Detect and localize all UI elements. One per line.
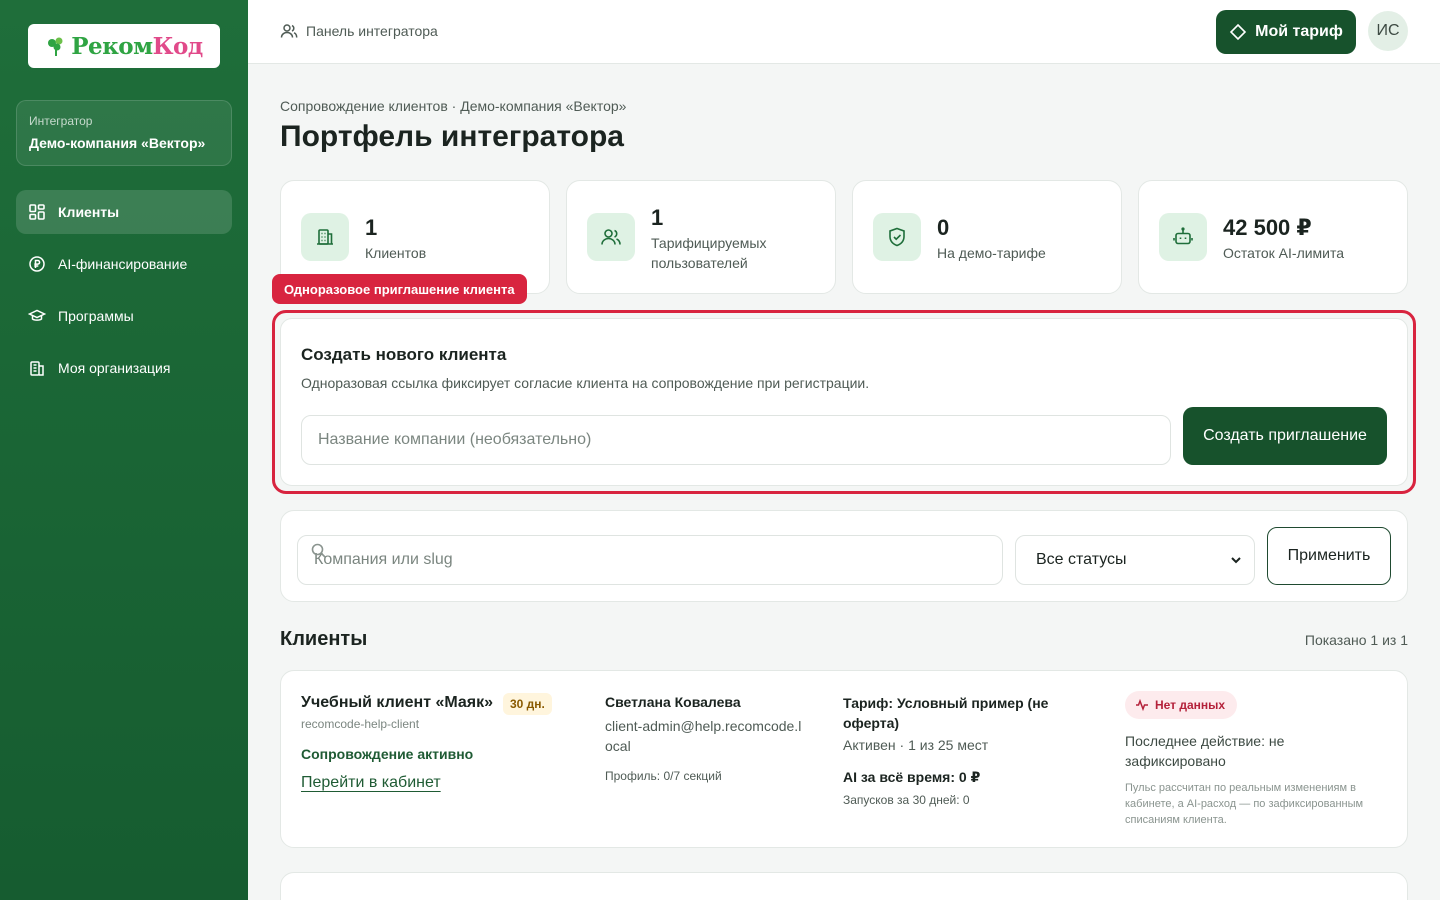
robot-icon xyxy=(1173,227,1193,245)
create-client-title: Создать нового клиента xyxy=(301,345,507,364)
sidebar-item-label: Клиенты xyxy=(58,204,120,220)
chevron-down-icon xyxy=(1231,557,1241,564)
my-tariff-label: Мой тариф xyxy=(1255,23,1343,40)
stat-label: Остаток AI-лимита xyxy=(1223,245,1345,261)
my-tariff-button[interactable]: Мой тариф xyxy=(1216,10,1356,54)
pulse-status-badge: Нет данных xyxy=(1125,691,1238,719)
users-icon xyxy=(601,229,621,245)
search-icon xyxy=(311,543,327,559)
topbar-section-label: Панель интегратора xyxy=(306,23,438,39)
stat-value: 1 xyxy=(365,215,378,240)
sidebar-item-label: Моя организация xyxy=(58,360,171,376)
client-card-next xyxy=(280,872,1408,900)
profile-progress: Профиль: 0/7 секций xyxy=(605,769,722,783)
search-input[interactable] xyxy=(297,535,1003,585)
ai-total: AI за всё время: 0 ₽ xyxy=(843,769,981,785)
sidebar-item-ai-financing[interactable]: AI-финансирование xyxy=(16,242,232,286)
avatar[interactable]: ИС xyxy=(1368,11,1408,51)
building-icon xyxy=(30,361,44,376)
go-to-cabinet-link[interactable]: Перейти в кабинет xyxy=(301,774,441,792)
org-switcher[interactable]: Интегратор Демо-компания «Вектор» xyxy=(16,100,232,166)
sidebar-item-label: Программы xyxy=(58,308,134,324)
stat-value: 0 xyxy=(937,215,950,240)
stat-icon-box xyxy=(587,213,635,261)
stat-icon-box xyxy=(873,213,921,261)
stat-icon-box xyxy=(301,213,349,261)
status-select-value: Все статусы xyxy=(1036,551,1127,568)
stat-card-demo-tariff: 0 На демо-тарифе xyxy=(852,180,1122,294)
client-name: Учебный клиент «Маяк» xyxy=(301,694,494,711)
runs-count: Запусков за 30 дней: 0 xyxy=(843,793,970,807)
shown-count: Показано 1 из 1 xyxy=(1304,632,1408,648)
stat-value: 42 500 ₽ xyxy=(1223,215,1312,240)
org-label: Интегратор xyxy=(29,114,93,128)
client-card: Учебный клиент «Маяк» 30 дн. recomcode-h… xyxy=(280,670,1408,848)
search-field xyxy=(297,535,1003,585)
org-name: Демо-компания «Вектор» xyxy=(29,135,206,151)
sidebar: РекомКод Интегратор Демо-компания «Векто… xyxy=(0,0,248,900)
client-status: Сопровождение активно xyxy=(301,746,474,762)
stat-label: Тарифицируемых пользователей xyxy=(651,235,767,271)
sidebar-item-clients[interactable]: Клиенты xyxy=(16,190,232,234)
stat-label: Клиентов xyxy=(365,245,427,261)
pulse-note: Пульс рассчитан по реальным изменениям в… xyxy=(1125,782,1364,826)
create-invite-button[interactable]: Создать приглашение xyxy=(1183,407,1387,465)
last-action: Последнее действие: не зафиксировано xyxy=(1125,733,1285,769)
tariff-status: Активен · 1 из 25 мест xyxy=(843,737,989,753)
filter-bar: Все статусы Применить xyxy=(280,510,1408,602)
sidebar-item-my-organization[interactable]: Моя организация xyxy=(16,346,232,390)
breadcrumb: Сопровождение клиентов · Демо-компания «… xyxy=(280,98,627,114)
sidebar-item-label: AI-финансирование xyxy=(58,256,188,272)
stat-value: 1 xyxy=(651,205,664,230)
diamond-icon xyxy=(1229,23,1247,41)
leaf-logo-icon xyxy=(48,37,63,56)
stat-card-ai-limit: 42 500 ₽ Остаток AI-лимита xyxy=(1138,180,1408,294)
ruble-icon xyxy=(29,256,45,272)
company-name-input[interactable] xyxy=(301,415,1171,465)
topbar-section: Панель интегратора xyxy=(280,22,438,40)
invite-highlight-badge: Одноразовое приглашение клиента xyxy=(272,274,527,304)
sidebar-item-programs[interactable]: Программы xyxy=(16,294,232,338)
status-select[interactable]: Все статусы xyxy=(1015,535,1255,585)
activity-icon xyxy=(1136,698,1148,712)
contact-email: client-admin@help.recomcode.local xyxy=(605,718,802,754)
days-badge: 30 дн. xyxy=(503,693,552,715)
client-slug: recomcode-help-client xyxy=(301,717,420,731)
pulse-status-label: Нет данных xyxy=(1155,698,1226,712)
shield-check-icon xyxy=(889,227,905,247)
stat-icon-box xyxy=(1159,213,1207,261)
graduation-cap-icon xyxy=(28,309,46,321)
grid-icon xyxy=(29,204,45,220)
clients-section-title: Клиенты xyxy=(280,628,368,650)
logo[interactable]: РекомКод xyxy=(28,24,220,68)
logo-text: РекомКод xyxy=(71,32,203,60)
create-client-description: Одноразовая ссылка фиксирует согласие кл… xyxy=(301,375,870,391)
apply-filter-button[interactable]: Применить xyxy=(1267,527,1391,585)
building-icon xyxy=(317,229,333,245)
page-title: Портфель интегратора xyxy=(280,120,624,153)
create-client-card: Создать нового клиента Одноразовая ссылк… xyxy=(280,318,1408,486)
stat-label: На демо-тарифе xyxy=(937,245,1046,261)
user-icon xyxy=(280,24,298,38)
topbar: Панель интегратора Мой тариф ИС xyxy=(248,0,1440,64)
sidebar-nav: Клиенты AI-финансирование Программы Моя … xyxy=(16,190,232,398)
stat-card-billable-users: 1 Тарифицируемых пользователей xyxy=(566,180,836,294)
contact-name: Светлана Ковалева xyxy=(605,694,741,710)
client-tariff: Тариф: Условный пример (не оферта) xyxy=(843,695,1049,731)
